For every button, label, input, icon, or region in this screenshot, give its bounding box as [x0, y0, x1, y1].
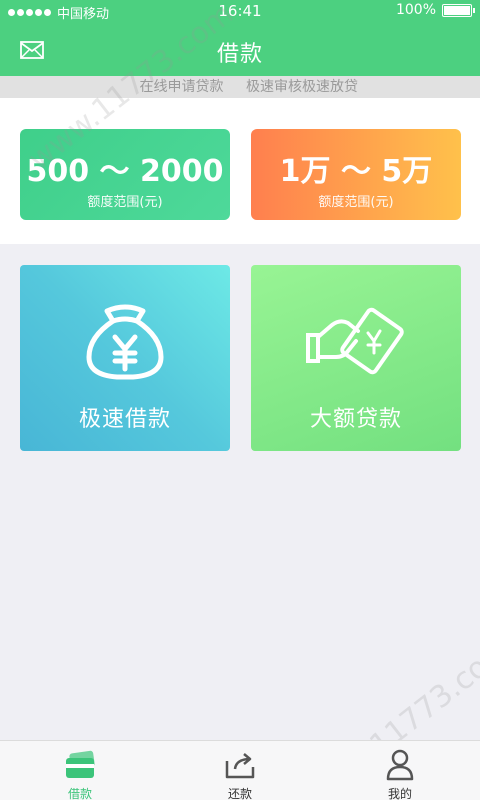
tab-repay[interactable]: 还款	[190, 741, 290, 800]
person-icon	[386, 749, 414, 781]
battery-icon	[442, 3, 475, 17]
quota-label: 额度范围(元)	[87, 195, 163, 210]
tab-bar: 借款 还款 我的	[0, 740, 480, 800]
quota-section: 500 ～ 2000 额度范围(元) 1万 ～ 5万 额度范围(元)	[0, 98, 480, 244]
tab-label: 借款	[67, 787, 92, 800]
money-bag-icon	[86, 304, 164, 380]
tab-label: 我的	[387, 787, 412, 800]
card-icon	[66, 750, 95, 778]
marquee-banner: 在线申请贷款 极速审核极速放贷	[0, 76, 480, 98]
quota-range: 1万 ～ 5万	[279, 154, 433, 189]
quota-range: 500 ～ 2000	[26, 154, 224, 189]
marquee-item: 极速审核极速放贷	[246, 79, 358, 95]
quota-label: 额度范围(元)	[318, 195, 394, 210]
tab-label: 还款	[227, 787, 252, 800]
status-bar: 中国移动 16:41 100%	[0, 0, 480, 22]
quota-card-large[interactable]: 1万 ～ 5万 额度范围(元)	[251, 129, 461, 220]
hand-money-icon	[306, 307, 404, 375]
quota-card-small[interactable]: 500 ～ 2000 额度范围(元)	[20, 129, 230, 220]
large-loan-card[interactable]: 大额贷款	[251, 265, 461, 451]
battery-label: 100%	[395, 2, 436, 18]
page-title: 借款	[216, 42, 263, 67]
loan-label: 极速借款	[78, 407, 171, 432]
app-header: 中国移动 16:41 100% 借款	[0, 0, 480, 76]
fast-loan-card[interactable]: 极速借款	[20, 265, 230, 451]
loan-label: 大额贷款	[309, 407, 402, 432]
status-right: 100%	[395, 2, 475, 18]
share-icon	[225, 753, 255, 779]
tab-mine[interactable]: 我的	[350, 741, 450, 800]
marquee-item: 在线申请贷款	[139, 79, 224, 95]
tab-borrow[interactable]: 借款	[30, 741, 130, 800]
